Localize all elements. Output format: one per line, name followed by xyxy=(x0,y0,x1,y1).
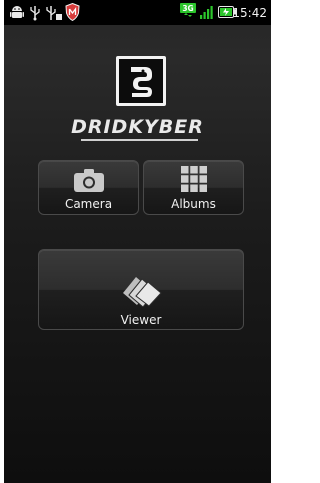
status-time: 15:42 xyxy=(232,6,267,20)
camera-tile-label: Camera xyxy=(64,197,113,211)
brand-underline xyxy=(81,139,198,141)
viewer-tile-button[interactable]: Viewer xyxy=(38,249,244,330)
status-bar: 3G 15:42 xyxy=(4,0,271,25)
albums-tile-label: Albums xyxy=(171,197,216,211)
svg-text:3G: 3G xyxy=(182,4,193,13)
shield-icon xyxy=(65,3,80,21)
usb-icon xyxy=(30,6,40,21)
phone-screen: 3G 15:42 DRIDKYBER Camera Albums Viewer xyxy=(4,0,271,483)
viewer-tile-label: Viewer xyxy=(120,313,162,327)
camera-tile-button[interactable]: Camera xyxy=(38,160,139,215)
3g-icon: 3G xyxy=(180,3,196,17)
android-icon xyxy=(10,6,24,18)
camera-icon xyxy=(74,169,104,192)
app-logo-icon xyxy=(116,56,166,106)
albums-tile-button[interactable]: Albums xyxy=(143,160,244,215)
brand-logo-text: DRIDKYBER xyxy=(71,116,204,138)
cards-icon xyxy=(123,277,162,307)
usb-debug-icon xyxy=(46,6,62,20)
grid-icon xyxy=(181,166,207,192)
signal-icon xyxy=(200,6,213,19)
